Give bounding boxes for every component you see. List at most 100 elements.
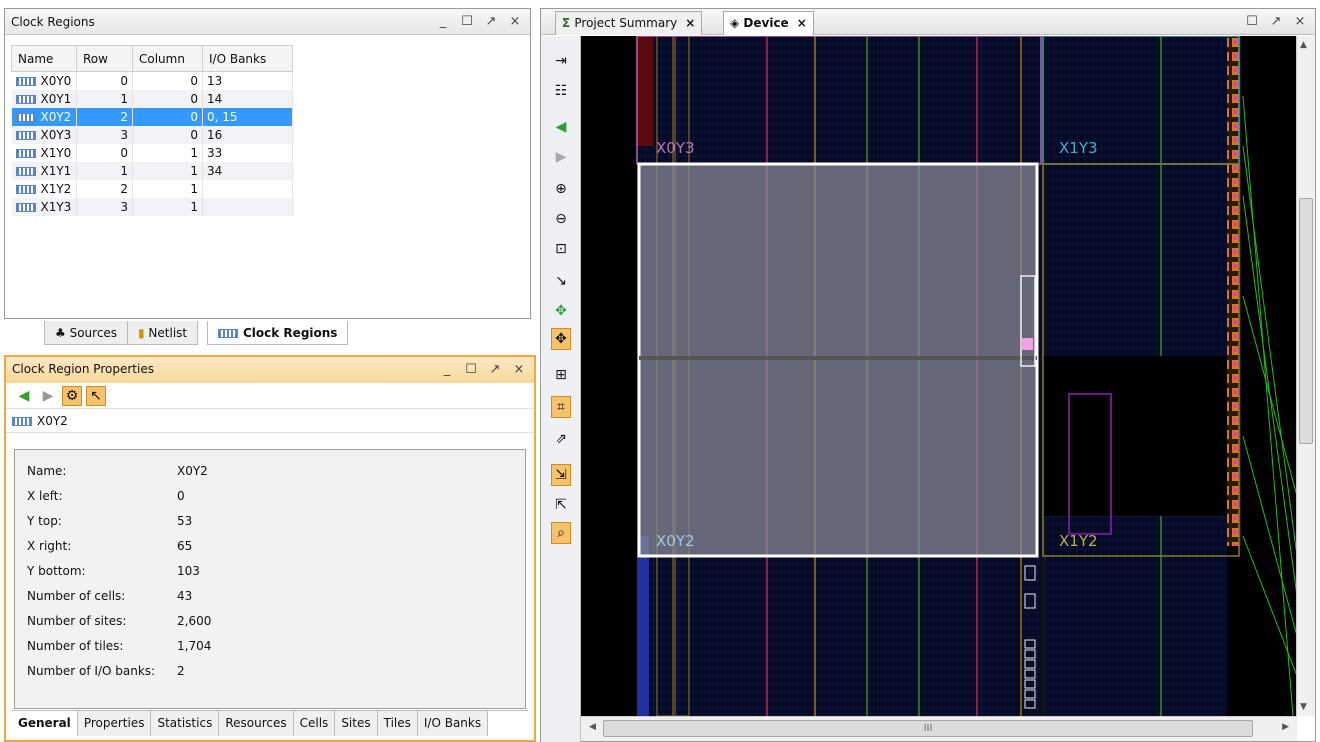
tab-i-o-banks[interactable]: I/O Banks [417,711,489,736]
clock-regions-window-buttons: _ ☐ ↗ × [436,14,522,30]
cell-column: 1 [132,161,203,180]
close-icon[interactable]: × [685,16,695,30]
tab-statistics[interactable]: Statistics [151,711,220,736]
zoom-out-icon[interactable]: ⊖ [551,208,571,230]
tab-general[interactable]: General [12,711,78,736]
back-arrow-icon[interactable]: ◀ [551,116,571,138]
expand-icon[interactable]: ⇥ [551,50,571,72]
region-label-x1y2: X1Y2 [1059,532,1098,550]
zoom-fit-icon[interactable]: ✥ [551,300,571,322]
add-pblock-icon[interactable]: ⊞ [551,364,571,386]
clock-region-icon [15,166,36,176]
forward-arrow-icon[interactable]: ▶ [38,386,58,406]
table-row[interactable]: X1Y1 1 1 34 [11,161,293,180]
tab-device[interactable]: ◈ Device × [723,11,814,35]
tab-project-summary[interactable]: Σ Project Summary × [555,11,703,35]
maximize-icon[interactable]: ☐ [460,14,474,30]
cell-row: 0 [76,143,133,162]
clock-region-properties-panel: Clock Region Properties _ ☐ ↗ × ◀ ▶ ⚙ ↖ … [4,355,536,742]
device-view[interactable]: X0Y3 X1Y3 X0Y2 X1Y2 [581,36,1297,716]
sigma-icon: Σ [562,16,575,30]
close-icon[interactable]: × [512,362,526,378]
cell-row: 3 [76,197,133,216]
vertical-scrollbar[interactable]: ▲ ▼ [1296,36,1315,716]
tab-netlist[interactable]: ▮ Netlist [127,321,199,345]
tab-sources[interactable]: ♣ Sources [44,321,129,345]
column-header-column[interactable]: Column [132,45,203,72]
column-header-io-banks[interactable]: I/O Banks [202,45,293,72]
clock-region-icon [15,202,36,212]
horizontal-scrollbar[interactable]: ◀ III ▶ [581,716,1297,741]
table-row[interactable]: X0Y1 1 0 14 [11,89,293,108]
select-cursor-icon[interactable]: ↖ [86,385,106,406]
vertical-scroll-thumb[interactable] [1299,198,1313,444]
property-key: Y bottom: [27,563,86,578]
horizontal-scroll-thumb[interactable]: III [603,720,1253,737]
table-row[interactable]: X0Y3 3 0 16 [11,125,293,144]
device-canvas[interactable]: X0Y3 X1Y3 X0Y2 X1Y2 [581,36,1297,716]
scroll-down-icon[interactable]: ▼ [1300,702,1307,712]
property-value: 103 [177,563,200,578]
zoom-in-icon[interactable]: ⊕ [551,178,571,200]
back-arrow-icon[interactable]: ◀ [14,386,34,406]
auto-update-icon[interactable]: ⚙ [62,385,82,406]
hierarchy-icon[interactable]: ☷ [551,80,571,102]
tab-clock-regions[interactable]: Clock Regions [207,321,349,345]
property-key: Y top: [27,513,62,528]
cell-io-banks: 13 [202,71,293,90]
cell-column: 0 [132,107,203,126]
cell-name: X1Y0 [11,143,77,162]
float-icon[interactable]: ↗ [1269,14,1283,30]
column-header-name[interactable]: Name [11,45,77,72]
autoplace-icon[interactable]: ⇲ [551,464,571,486]
scroll-right-icon[interactable]: ▶ [1282,722,1289,732]
table-row[interactable]: X1Y2 2 1 [11,179,293,198]
zoom-area-icon[interactable]: ⊡ [551,238,571,260]
close-icon[interactable]: × [508,14,522,30]
table-row[interactable]: X1Y0 0 1 33 [11,143,293,162]
cell-io-banks: 34 [202,161,293,180]
cell-io-banks [202,197,293,216]
device-tabbar: Σ Project Summary × ◈ Device × ☐ ↗ × [541,9,1315,35]
cell-name: X1Y1 [11,161,77,180]
tab-sites[interactable]: Sites [335,711,378,736]
close-icon[interactable]: × [1293,14,1307,30]
clock-region-icon [15,148,36,158]
maximize-icon[interactable]: ☐ [464,362,478,378]
float-icon[interactable]: ↗ [488,362,502,378]
minimize-icon[interactable]: _ [440,362,454,378]
property-row: Name: X0Y2 [27,458,525,483]
place-io-icon[interactable]: ⇗ [551,428,571,450]
table-row[interactable]: X0Y0 0 0 13 [11,71,293,90]
route-icon[interactable]: ⌗ [551,396,571,418]
cell-column: 1 [132,197,203,216]
tab-resources[interactable]: Resources [219,711,294,736]
tab-tiles[interactable]: Tiles [377,711,418,736]
unplace-icon[interactable]: ⇱ [551,494,571,516]
float-icon[interactable]: ↗ [484,14,498,30]
scroll-left-icon[interactable]: ◀ [589,722,596,732]
cell-name: X0Y2 [11,107,77,126]
forward-arrow-icon[interactable]: ▶ [551,146,571,168]
property-key: X right: [27,538,72,553]
cell-row: 1 [76,161,133,180]
scroll-up-icon[interactable]: ▲ [1300,40,1307,50]
maximize-icon[interactable]: ☐ [1245,14,1259,30]
select-area-icon[interactable]: ↘ [551,270,571,292]
cell-column: 0 [132,89,203,108]
zoom-selected-icon[interactable]: ✥ [551,328,571,350]
search-icon[interactable]: ⌕ [551,522,571,544]
table-row[interactable]: X0Y2 2 0 0, 15 [11,107,293,126]
region-label-x1y3: X1Y3 [1059,139,1098,157]
cell-io-banks: 14 [202,89,293,108]
tab-properties[interactable]: Properties [77,711,152,736]
tab-cells[interactable]: Cells [293,711,336,736]
cell-row: 3 [76,125,133,144]
cell-column: 1 [132,143,203,162]
close-icon[interactable]: × [797,16,807,30]
cell-column: 1 [132,179,203,198]
column-header-row[interactable]: Row [76,45,133,72]
table-row[interactable]: X1Y3 3 1 [11,197,293,216]
cell-io-banks: 33 [202,143,293,162]
minimize-icon[interactable]: _ [436,14,450,30]
